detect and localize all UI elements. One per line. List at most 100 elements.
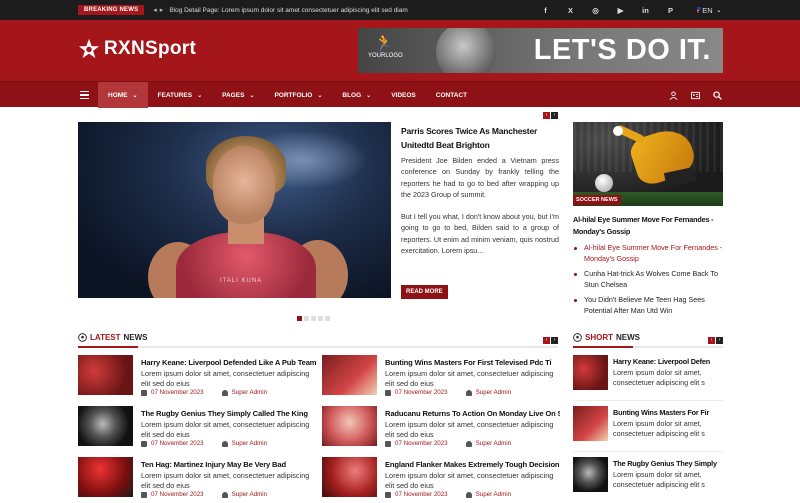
news-thumbnail[interactable] bbox=[78, 457, 133, 497]
category-tag[interactable]: SOCCER NEWS bbox=[573, 195, 621, 205]
news-thumbnail[interactable] bbox=[322, 457, 377, 497]
list-item[interactable]: Cunha Hat-trick As Wolves Come Back To S… bbox=[573, 269, 725, 291]
news-card[interactable]: Bunting Wins Masters For First Televised… bbox=[322, 355, 562, 399]
language-selector[interactable]: EN ⌄ bbox=[697, 6, 722, 15]
short-news-title[interactable]: Bunting Wins Masters For Fir bbox=[613, 408, 723, 417]
read-more-button[interactable]: READ MORE bbox=[401, 285, 448, 299]
slider-dot[interactable] bbox=[318, 316, 323, 321]
news-excerpt: Lorem ipsum dolor sit amet, consectetuer… bbox=[141, 369, 310, 388]
site-header: RXNSport 🏃 YOURLOGO LET'S DO IT. bbox=[0, 20, 800, 81]
nav-item-pages[interactable]: PAGES ⌄ bbox=[212, 82, 264, 108]
short-news-thumbnail[interactable] bbox=[573, 457, 608, 492]
news-date: 07 November 2023 bbox=[151, 440, 204, 447]
news-excerpt: Lorem ipsum dolor sit amet, consectetuer… bbox=[385, 369, 554, 388]
slider-dot[interactable] bbox=[311, 316, 316, 321]
nav-item-label: PAGES bbox=[222, 91, 245, 99]
side-feature-title[interactable]: Al-hilal Eye Summer Move For Fernandes -… bbox=[573, 214, 725, 237]
id-card-icon[interactable] bbox=[691, 91, 700, 100]
news-thumbnail[interactable] bbox=[78, 355, 133, 395]
short-divider bbox=[573, 346, 723, 348]
ticker-prev-icon[interactable]: ◂ bbox=[153, 6, 157, 14]
slider-dot[interactable] bbox=[325, 316, 330, 321]
news-card[interactable]: Raducanu Returns To Action On Monday Liv… bbox=[322, 406, 562, 450]
user-icon bbox=[221, 389, 228, 396]
slider-dot[interactable] bbox=[297, 316, 302, 321]
news-author[interactable]: Super Admin bbox=[476, 440, 511, 447]
news-card[interactable]: England Flanker Makes Extremely Tough De… bbox=[322, 457, 562, 501]
latest-heading-rest: NEWS bbox=[123, 333, 148, 342]
news-author[interactable]: Super Admin bbox=[476, 389, 511, 396]
slider-prev-icon[interactable]: ‹ bbox=[543, 112, 550, 119]
list-item[interactable]: You Didn't Believe Me Teen Hag Sees Pote… bbox=[573, 295, 725, 317]
news-author[interactable]: Super Admin bbox=[476, 491, 511, 498]
banner-logo: 🏃 YOURLOGO bbox=[368, 33, 403, 59]
slider-dot[interactable] bbox=[304, 316, 309, 321]
news-title[interactable]: England Flanker Makes Extremely Tough De… bbox=[385, 460, 560, 469]
ticker-text[interactable]: Blog Detail Page: Lorem ipsum dolor sit … bbox=[169, 7, 407, 14]
nav-item-home[interactable]: HOME ⌄ bbox=[98, 82, 148, 108]
news-author[interactable]: Super Admin bbox=[232, 440, 267, 447]
ticker-next-icon[interactable]: ▸ bbox=[160, 6, 164, 14]
short-news-title[interactable]: The Rugby Genius They Simply bbox=[613, 459, 723, 468]
short-news-thumbnail[interactable] bbox=[573, 355, 608, 390]
news-author[interactable]: Super Admin bbox=[232, 389, 267, 396]
short-news-item[interactable]: The Rugby Genius They Simply Lorem ipsum … bbox=[573, 457, 723, 503]
latest-next-icon[interactable]: › bbox=[551, 337, 558, 344]
latest-prev-icon[interactable]: ‹ bbox=[543, 337, 550, 344]
hero-slider-arrows: ‹ › bbox=[543, 112, 558, 119]
logo-text: RXNSport bbox=[104, 38, 197, 59]
nav-item-portfolio[interactable]: PORTFOLIO ⌄ bbox=[264, 82, 332, 108]
nav-item-contact[interactable]: CONTACT bbox=[426, 82, 477, 108]
news-thumbnail[interactable] bbox=[78, 406, 133, 446]
short-news-thumbnail[interactable] bbox=[573, 406, 608, 441]
news-excerpt: Lorem ipsum dolor sit amet, consectetuer… bbox=[385, 471, 554, 490]
news-thumbnail[interactable] bbox=[322, 355, 377, 395]
x-icon[interactable]: X bbox=[558, 6, 583, 15]
short-news-item[interactable]: Harry Keane: Liverpool Defen Lorem ipsum … bbox=[573, 355, 723, 401]
news-date: 07 November 2023 bbox=[395, 389, 448, 396]
nav-item-features[interactable]: FEATURES ⌄ bbox=[148, 82, 213, 108]
news-meta: 07 November 2023 Super Admin bbox=[385, 440, 511, 447]
slider-dots bbox=[297, 316, 330, 321]
news-card[interactable]: Harry Keane: Liverpool Defended Like A P… bbox=[78, 355, 318, 399]
news-title[interactable]: Harry Keane: Liverpool Defended Like A P… bbox=[141, 358, 316, 367]
short-news-excerpt-line: Lorem ipsum dolor sit amet, bbox=[613, 470, 702, 479]
short-news-title[interactable]: Harry Keane: Liverpool Defen bbox=[613, 357, 723, 366]
banner-logo-text: YOURLOGO bbox=[368, 53, 403, 59]
facebook-icon[interactable]: f bbox=[533, 6, 558, 15]
news-title[interactable]: Bunting Wins Masters For First Televised… bbox=[385, 358, 560, 367]
calendar-icon bbox=[385, 389, 391, 396]
hamburger-menu-icon[interactable] bbox=[78, 82, 98, 108]
hero-paragraph-1: President Joe Bilden ended a Vietnam pre… bbox=[401, 156, 559, 200]
news-title[interactable]: Ten Hag: Martinez Injury May Be Very Bad bbox=[141, 460, 316, 469]
pinterest-icon[interactable]: P bbox=[658, 6, 683, 15]
news-meta: 07 November 2023 Super Admin bbox=[141, 389, 267, 396]
top-bar: BREAKING NEWS ◂ ▸ Blog Detail Page: Lore… bbox=[0, 0, 800, 20]
site-logo[interactable]: RXNSport bbox=[78, 38, 196, 60]
short-prev-icon[interactable]: ‹ bbox=[708, 337, 715, 344]
news-author[interactable]: Super Admin bbox=[232, 491, 267, 498]
hero-title[interactable]: Parris Scores Twice As Manchester United… bbox=[401, 124, 559, 152]
short-news-item[interactable]: Bunting Wins Masters For Fir Lorem ipsum … bbox=[573, 406, 723, 452]
slider-next-icon[interactable]: › bbox=[551, 112, 558, 119]
linkedin-icon[interactable]: in bbox=[633, 6, 658, 15]
nav-item-videos[interactable]: VIDEOS bbox=[381, 82, 426, 108]
list-item[interactable]: Al-hilal Eye Summer Move For Fernandes -… bbox=[573, 243, 725, 265]
user-icon[interactable] bbox=[669, 90, 678, 100]
news-card[interactable]: Ten Hag: Martinez Injury May Be Very Bad… bbox=[78, 457, 318, 501]
news-title[interactable]: The Rugby Genius They Simply Called The … bbox=[141, 409, 316, 418]
short-news-excerpt: Lorem ipsum dolor sit amet, consectetuer … bbox=[613, 419, 723, 439]
youtube-icon[interactable]: ▶ bbox=[608, 6, 633, 15]
nav-item-blog[interactable]: BLOG ⌄ bbox=[332, 82, 381, 108]
banner-slogan: LET'S DO IT. bbox=[533, 34, 711, 66]
news-card[interactable]: The Rugby Genius They Simply Called The … bbox=[78, 406, 318, 450]
hero-image[interactable]: ITALI KUNA bbox=[78, 122, 391, 298]
news-date: 07 November 2023 bbox=[151, 491, 204, 498]
instagram-icon[interactable]: ◎ bbox=[583, 6, 608, 15]
ad-banner[interactable]: 🏃 YOURLOGO LET'S DO IT. bbox=[358, 28, 723, 73]
news-thumbnail[interactable] bbox=[322, 406, 377, 446]
search-icon[interactable] bbox=[713, 90, 722, 100]
news-title[interactable]: Raducanu Returns To Action On Monday Liv… bbox=[385, 409, 560, 418]
short-next-icon[interactable]: › bbox=[716, 337, 723, 344]
side-feature-image[interactable] bbox=[573, 122, 723, 206]
